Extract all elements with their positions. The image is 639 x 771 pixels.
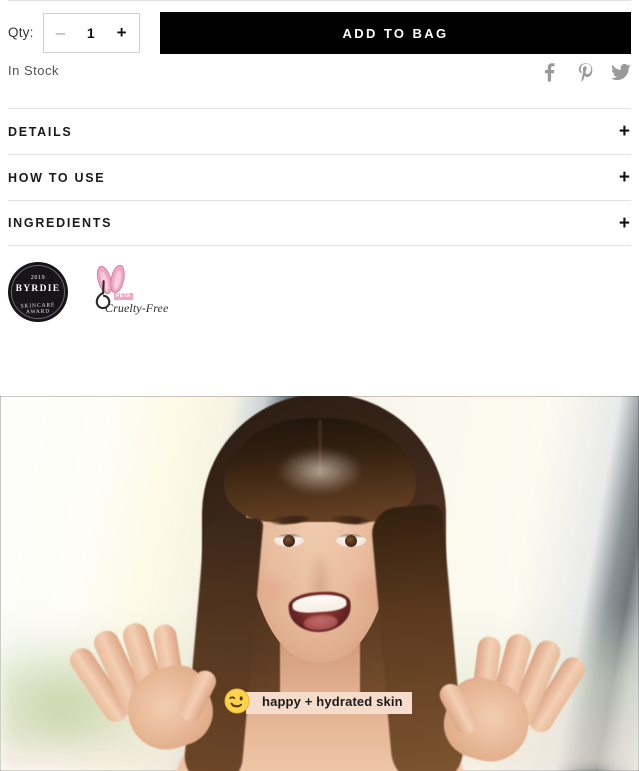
- quantity-stepper[interactable]: – +: [42, 12, 140, 53]
- twitter-icon: [611, 63, 631, 81]
- cruelty-free-label: Cruelty-Free: [105, 301, 169, 315]
- byrdie-badge-year: 2019: [30, 275, 46, 281]
- video-caption: happy + hydrated skin: [224, 688, 412, 714]
- twitter-share-link[interactable]: [611, 60, 631, 84]
- quantity-group: Qty: – +: [8, 12, 140, 53]
- nose: [306, 548, 333, 594]
- eye-left: [273, 534, 304, 547]
- accordion-title-ingredients: INGREDIENTS: [8, 216, 113, 230]
- add-to-bag-button[interactable]: ADD TO BAG: [160, 12, 631, 54]
- forehead-highlight: [277, 448, 362, 494]
- peta-cruelty-free-badge: PETA Cruelty-Free: [86, 264, 168, 319]
- product-info-accordion: DETAILS + HOW TO USE + INGREDIENTS +: [8, 108, 631, 246]
- video-caption-text: happy + hydrated skin: [246, 692, 412, 714]
- teeth: [291, 593, 347, 614]
- quantity-input[interactable]: [78, 24, 103, 41]
- facebook-share-link[interactable]: [539, 60, 559, 84]
- video-subject-person: [0, 396, 639, 771]
- accordion-item-how-to-use[interactable]: HOW TO USE +: [8, 154, 631, 200]
- plus-icon-ingredients[interactable]: +: [619, 214, 631, 233]
- stock-status: In Stock: [8, 63, 59, 78]
- quantity-increment-button[interactable]: +: [114, 22, 130, 43]
- quantity-label: Qty:: [8, 24, 34, 40]
- winking-face-emoji: [224, 688, 250, 714]
- social-share-group: [539, 60, 631, 84]
- plus-icon-how-to-use[interactable]: +: [619, 168, 631, 187]
- eyelid-right: [335, 534, 366, 537]
- peta-tag-label: PETA: [114, 293, 133, 300]
- byrdie-award-badge: 2019 BYRDIE SKINCARE AWARD: [8, 262, 68, 322]
- plus-icon-details[interactable]: +: [619, 122, 631, 141]
- stock-and-social-row: In Stock: [0, 60, 639, 90]
- accordion-item-ingredients[interactable]: INGREDIENTS +: [8, 200, 631, 246]
- facebook-icon: [544, 62, 555, 82]
- award-badges: 2019 BYRDIE SKINCARE AWARD PETA Cruelty-…: [8, 262, 168, 322]
- purchase-row: Qty: – + ADD TO BAG: [0, 12, 639, 54]
- pinterest-share-link[interactable]: [575, 60, 595, 84]
- accordion-title-how-to-use: HOW TO USE: [8, 170, 106, 185]
- tongue: [302, 614, 339, 631]
- eye-right: [335, 534, 366, 547]
- byrdie-badge-brand: BYRDIE: [15, 284, 61, 294]
- top-divider: [8, 0, 631, 1]
- accordion-title-details: DETAILS: [8, 124, 73, 139]
- accordion-item-details[interactable]: DETAILS +: [8, 108, 631, 154]
- product-detail-page: Qty: – + ADD TO BAG In Stock: [0, 0, 639, 771]
- product-video-player[interactable]: [0, 396, 639, 771]
- quantity-decrement-button[interactable]: –: [53, 22, 68, 43]
- pinterest-icon: [578, 62, 593, 82]
- byrdie-badge-award: SKINCARE AWARD: [20, 302, 56, 316]
- eyelid-left: [273, 534, 304, 537]
